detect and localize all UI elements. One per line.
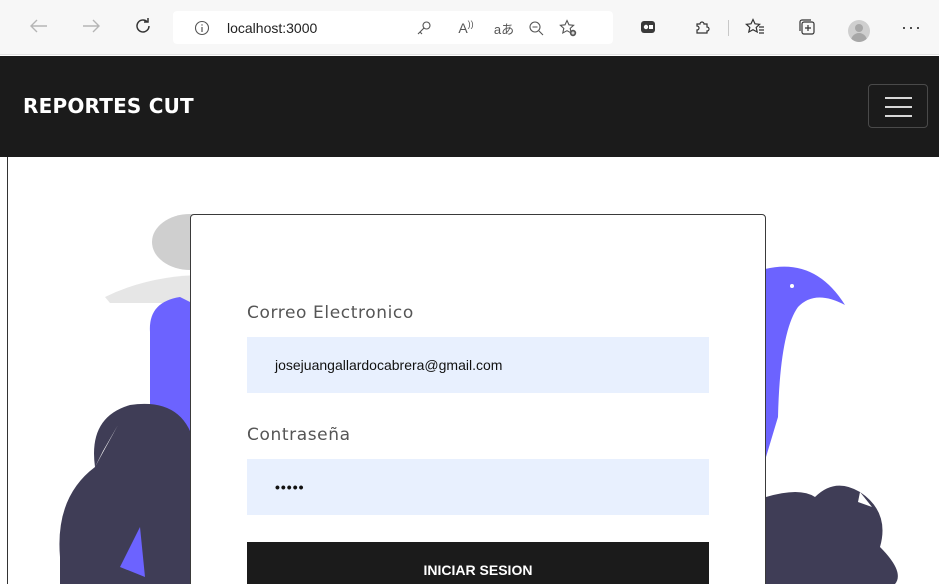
url-text[interactable]: localhost:3000 [227, 20, 317, 36]
translate-icon[interactable]: aあ [491, 19, 517, 37]
brand-title[interactable]: REPORTES CUT [23, 94, 194, 118]
key-icon[interactable] [415, 19, 433, 37]
extension-puzzle-icon[interactable] [637, 16, 659, 38]
bush-right [766, 485, 898, 584]
app-navbar: REPORTES CUT [0, 56, 939, 157]
collections-icon[interactable] [796, 16, 818, 38]
zoom-out-icon[interactable] [527, 19, 545, 37]
password-field[interactable]: ••••• [247, 459, 709, 515]
add-favorite-icon[interactable] [559, 19, 577, 37]
login-button[interactable]: INICIAR SESION [247, 542, 709, 584]
menu-toggle-button[interactable] [868, 84, 928, 128]
email-field[interactable]: josejuangallardocabrera@gmail.com [247, 337, 709, 393]
refresh-icon[interactable] [131, 14, 155, 38]
toolbar-separator [728, 20, 729, 36]
read-aloud-icon[interactable]: A)) [453, 19, 479, 37]
profile-avatar[interactable] [848, 20, 870, 42]
extensions-icon[interactable] [692, 16, 714, 38]
address-bar[interactable]: localhost:3000 A)) aあ [173, 11, 613, 44]
purple-figure-right [765, 266, 845, 457]
hamburger-line [885, 115, 912, 117]
email-label: Correo Electronico [247, 303, 414, 323]
back-arrow-icon[interactable] [27, 14, 51, 38]
info-icon[interactable] [193, 19, 211, 37]
hamburger-line [885, 106, 912, 108]
login-card: Correo Electronico josejuangallardocabre… [190, 214, 766, 584]
browser-toolbar: localhost:3000 A)) aあ ··· [0, 0, 939, 55]
favorites-icon[interactable] [744, 16, 766, 38]
password-label: Contraseña [247, 425, 351, 445]
more-options-icon[interactable]: ··· [901, 18, 922, 36]
hamburger-line [885, 97, 912, 99]
forward-arrow-icon[interactable] [79, 14, 103, 38]
